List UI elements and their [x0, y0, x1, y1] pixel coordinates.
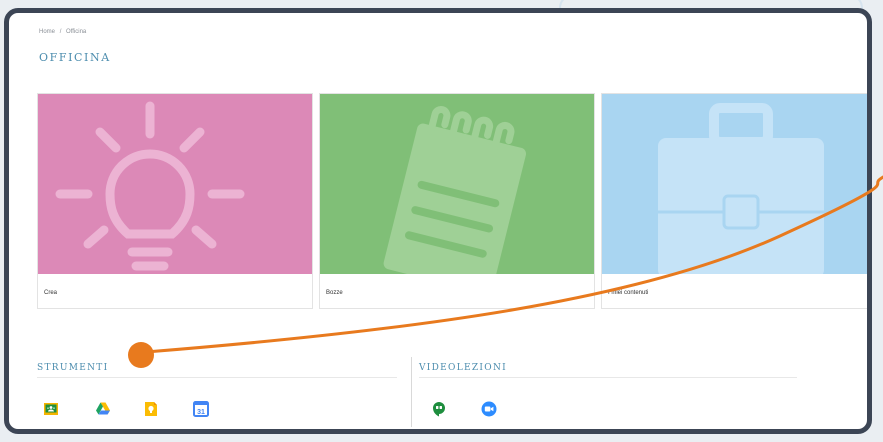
google-drive-icon[interactable] — [95, 401, 111, 417]
card-bozze-label: Bozze — [326, 290, 343, 296]
card-bozze[interactable]: Bozze — [319, 93, 595, 309]
notepad-icon — [383, 106, 527, 274]
page-title: OFFICINA — [39, 51, 111, 64]
annotation-pointer-dot — [128, 342, 154, 368]
breadcrumb-separator: / — [59, 29, 62, 35]
card-crea-label: Crea — [44, 290, 58, 296]
google-classroom-icon[interactable] — [43, 401, 59, 417]
google-keep-icon[interactable] — [143, 401, 159, 417]
videolezioni-underline — [419, 377, 797, 378]
section-divider — [411, 357, 412, 427]
card-crea[interactable]: Crea — [37, 93, 313, 309]
card-bozze-image — [320, 94, 594, 274]
lightbulb-icon — [55, 101, 245, 271]
strumenti-underline — [37, 377, 397, 378]
app-window: Home / Officina OFFICINA Crea Bozze I mi… — [4, 8, 872, 434]
card-i-miei-contenuti-image — [602, 94, 867, 274]
strumenti-title: STRUMENTI — [37, 363, 109, 373]
breadcrumb-home-link[interactable]: Home — [39, 29, 55, 35]
breadcrumb: Home / Officina — [39, 29, 89, 35]
videolezioni-title: VIDEOLEZIONI — [419, 363, 507, 373]
card-crea-image — [38, 94, 312, 274]
card-i-miei-contenuti[interactable]: I miei contenuti — [601, 93, 867, 309]
google-calendar-icon[interactable]: 31 — [193, 401, 209, 417]
briefcase-icon — [658, 103, 824, 274]
zoom-icon[interactable] — [481, 401, 497, 417]
calendar-day-number: 31 — [197, 409, 205, 416]
card-i-miei-contenuti-label: I miei contenuti — [608, 290, 649, 296]
breadcrumb-current: Officina — [66, 29, 87, 35]
google-meet-hangouts-icon[interactable] — [431, 401, 447, 417]
